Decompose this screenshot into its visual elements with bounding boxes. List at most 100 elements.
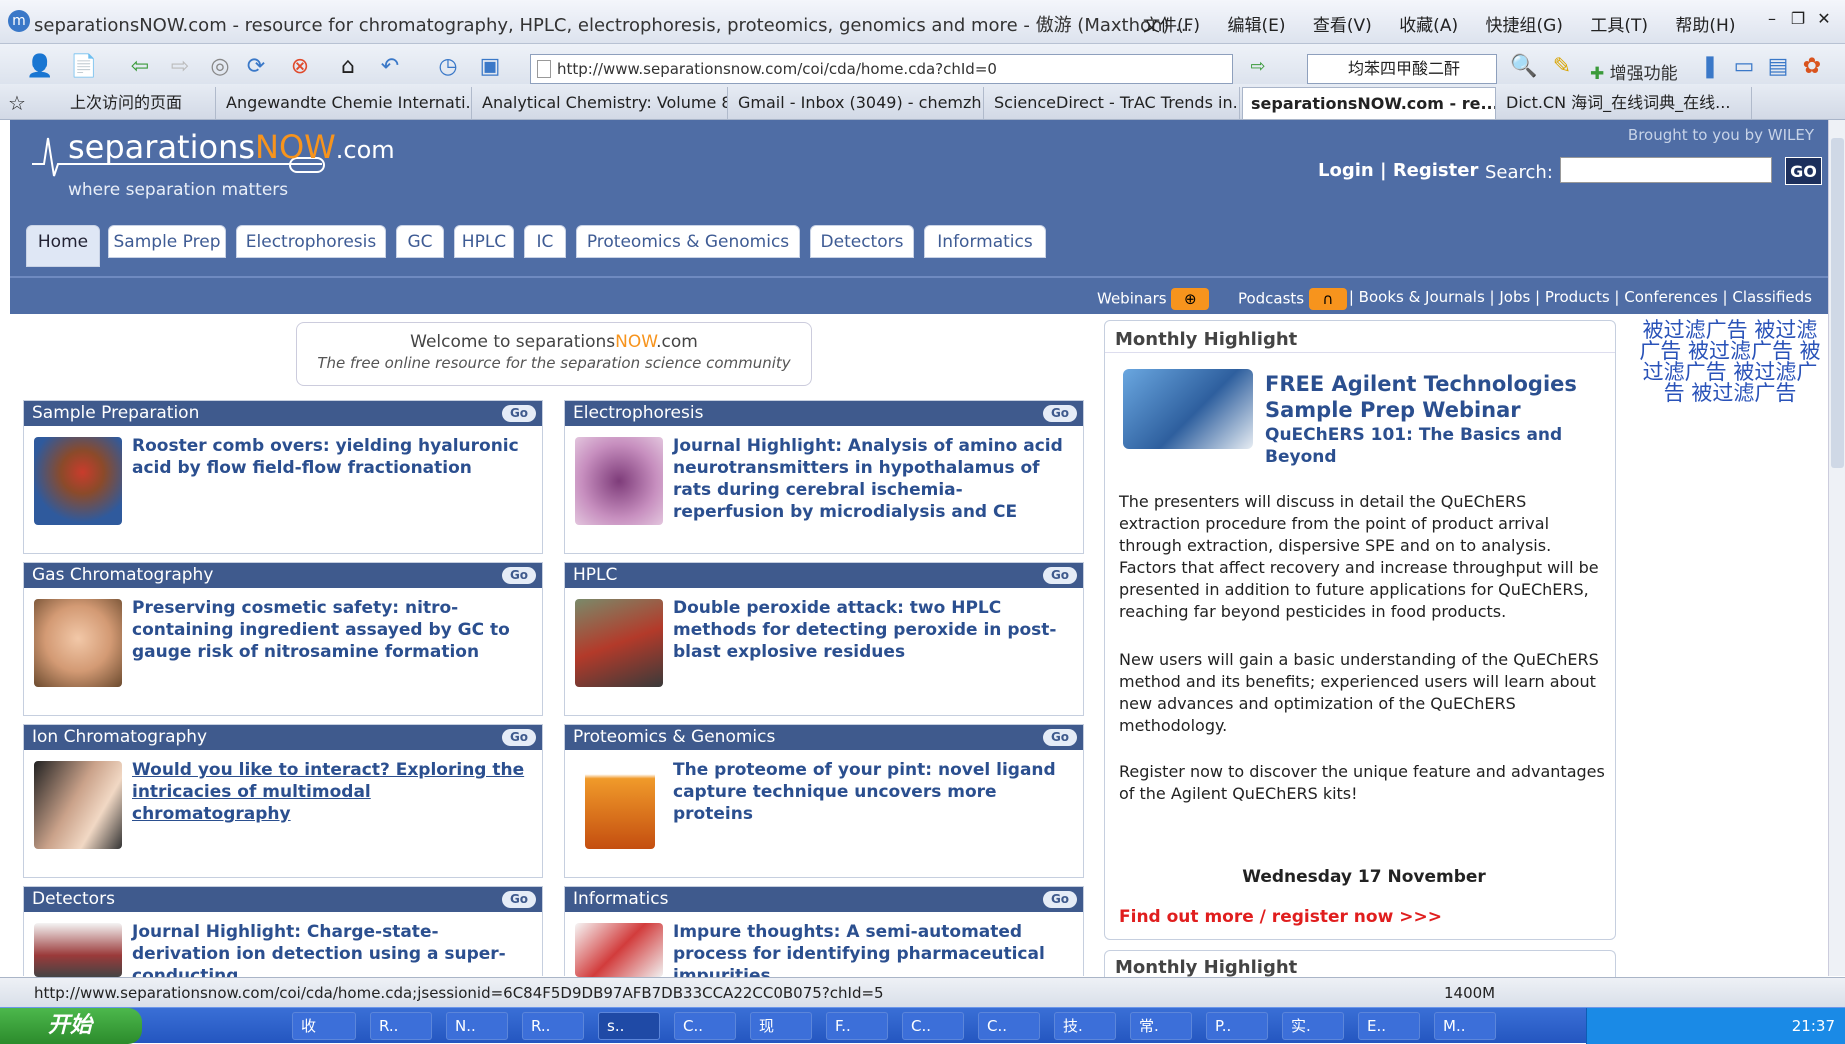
couple-thumbnail[interactable]	[34, 761, 122, 849]
task-button[interactable]: M..	[1434, 1012, 1496, 1040]
webinars-icon[interactable]: ⊕	[1171, 288, 1210, 310]
back-icon[interactable]: ⇦	[124, 51, 156, 83]
home-icon[interactable]: ⌂	[332, 51, 364, 83]
undo-icon[interactable]: ↶	[374, 51, 406, 83]
skin-icon[interactable]: ✿	[1796, 51, 1828, 83]
highlight-headline[interactable]: FREE Agilent Technologies Sample Prep We…	[1265, 371, 1595, 423]
task-button[interactable]: C..	[902, 1012, 964, 1040]
go-button[interactable]: Go	[1043, 729, 1077, 746]
go-button[interactable]: Go	[502, 567, 536, 584]
highlight-subhead[interactable]: QuEChERS 101: The Basics and Beyond	[1265, 424, 1595, 468]
nav-ic[interactable]: IC	[524, 225, 566, 258]
menu-view[interactable]: 查看(V)	[1313, 16, 1372, 36]
vertical-scrollbar[interactable]	[1828, 120, 1845, 976]
browser-search-input[interactable]: 均苯四甲酸二酐	[1307, 54, 1497, 84]
menu-edit[interactable]: 编辑(E)	[1227, 16, 1285, 36]
task-button[interactable]: R..	[370, 1012, 432, 1040]
task-button[interactable]: P..	[1206, 1012, 1268, 1040]
forward-icon[interactable]: ⇨	[164, 51, 196, 83]
menu-favorites[interactable]: 收藏(A)	[1399, 16, 1458, 36]
register-link[interactable]: Find out more / register now >>>	[1119, 907, 1442, 927]
article-link[interactable]: Preserving cosmetic safety: nitro-contai…	[132, 597, 530, 663]
menu-file[interactable]: 文件(F)	[1143, 16, 1200, 36]
tool-icon[interactable]: ❚	[1694, 51, 1726, 83]
nav-informatics[interactable]: Informatics	[924, 225, 1046, 258]
article-link[interactable]: Would you like to interact? Exploring th…	[132, 759, 530, 825]
menu-tools[interactable]: 工具(T)	[1590, 16, 1648, 36]
article-link[interactable]: Double peroxide attack: two HPLC methods…	[673, 597, 1071, 663]
tab-sciencedirect[interactable]: ScienceDirect - TrAC Trends in...	[986, 87, 1240, 119]
go-button[interactable]: Go	[1043, 405, 1077, 422]
child-thumbnail[interactable]	[34, 599, 122, 687]
site-search-input[interactable]	[1560, 157, 1772, 183]
pills-thumbnail[interactable]	[575, 923, 663, 977]
task-button[interactable]: R..	[522, 1012, 584, 1040]
rooster-thumbnail[interactable]	[34, 437, 122, 525]
task-button[interactable]: E..	[1358, 1012, 1420, 1040]
nav-home[interactable]: Home	[26, 225, 100, 267]
address-bar[interactable]: http://www.separationsnow.com/coi/cda/ho…	[530, 54, 1233, 84]
menu-groups[interactable]: 快捷组(G)	[1486, 16, 1563, 36]
minimize-icon[interactable]: –	[1759, 9, 1785, 28]
site-search-go-button[interactable]: GO	[1785, 157, 1822, 185]
go-arrow-icon[interactable]: ⇨	[1242, 51, 1274, 83]
window-icon[interactable]: ▭	[1728, 51, 1760, 83]
nav-detectors[interactable]: Detectors	[810, 225, 914, 258]
refresh-icon[interactable]: ⟳	[240, 51, 272, 83]
tab-angewandte[interactable]: Angewandte Chemie Internati...	[218, 87, 472, 119]
favorites-star-icon[interactable]: ☆	[0, 87, 60, 119]
nav-electrophoresis[interactable]: Electrophoresis	[236, 225, 386, 258]
nav-hplc[interactable]: HPLC	[454, 225, 514, 258]
menu-help[interactable]: 帮助(H)	[1675, 16, 1735, 36]
enhance-button[interactable]: ✚ 增强功能	[1590, 59, 1678, 84]
task-button[interactable]: 现	[750, 1012, 812, 1040]
screen-icon[interactable]: ▣	[474, 51, 506, 83]
tab-last-visited[interactable]: 上次访问的页面	[62, 87, 216, 119]
scroll-thumb[interactable]	[1831, 138, 1844, 468]
article-link[interactable]: The proteome of your pint: novel ligand …	[673, 759, 1071, 825]
site-logo[interactable]: separationsNOW.com	[68, 128, 395, 166]
tab-analytical-chemistry[interactable]: Analytical Chemistry: Volume 8...	[474, 87, 728, 119]
resource-links[interactable]: | Books & Journals | Jobs | Products | C…	[1349, 288, 1812, 306]
go-button[interactable]: Go	[1043, 891, 1077, 908]
task-button[interactable]: N..	[446, 1012, 508, 1040]
go-button[interactable]: Go	[502, 405, 536, 422]
agilent-kit-image[interactable]	[1123, 369, 1253, 449]
task-button[interactable]: C..	[978, 1012, 1040, 1040]
task-button[interactable]: 实.	[1282, 1012, 1344, 1040]
webinars-link[interactable]: Webinars	[1097, 290, 1167, 308]
tab-dict-cn[interactable]: Dict.CN 海词_在线词典_在线...	[1498, 87, 1752, 119]
nav-proteomics[interactable]: Proteomics & Genomics	[576, 225, 800, 258]
article-link[interactable]: Rooster comb overs: yielding hyaluronic …	[132, 435, 530, 479]
tab-gmail[interactable]: Gmail - Inbox (3049) - chemzh...	[730, 87, 984, 119]
magnifier-icon[interactable]: 🔍	[1508, 51, 1540, 83]
headphones-icon[interactable]: ∩	[1308, 288, 1347, 310]
go-button[interactable]: Go	[1043, 567, 1077, 584]
user-icon[interactable]: 👤	[24, 51, 56, 83]
task-button[interactable]: 收	[292, 1012, 356, 1040]
task-button[interactable]: C..	[674, 1012, 736, 1040]
go-button[interactable]: Go	[502, 891, 536, 908]
detector-thumbnail[interactable]	[34, 923, 122, 977]
stop-icon[interactable]: ⊗	[284, 51, 316, 83]
wiley-credit[interactable]: Brought to you by WILEY	[1628, 126, 1814, 144]
start-button[interactable]: 开始	[0, 1008, 142, 1044]
tab-separationsnow[interactable]: separationsNOW.com - re...	[1242, 87, 1496, 119]
bus-thumbnail[interactable]	[575, 599, 663, 687]
restore-icon[interactable]: ❐	[1785, 9, 1811, 28]
history-icon[interactable]: ◷	[432, 51, 464, 83]
login-register-link[interactable]: Login | Register	[1318, 160, 1478, 181]
task-button-active[interactable]: s..	[598, 1012, 660, 1040]
nav-sample-prep[interactable]: Sample Prep	[108, 225, 226, 258]
task-button[interactable]: 技.	[1054, 1012, 1116, 1040]
notes-icon[interactable]: ▤	[1762, 51, 1794, 83]
highlight-icon[interactable]: ✎	[1546, 51, 1578, 83]
article-link[interactable]: Journal Highlight: Analysis of amino aci…	[673, 435, 1071, 523]
close-window-icon[interactable]: ✕	[1811, 9, 1837, 28]
tissue-thumbnail[interactable]	[575, 437, 663, 525]
beer-glass-thumbnail[interactable]	[585, 761, 655, 849]
go-button[interactable]: Go	[502, 729, 536, 746]
nav-gc[interactable]: GC	[396, 225, 444, 258]
new-tab-icon[interactable]: 📄	[68, 51, 100, 83]
stop-small-icon[interactable]: ◎	[204, 51, 236, 83]
